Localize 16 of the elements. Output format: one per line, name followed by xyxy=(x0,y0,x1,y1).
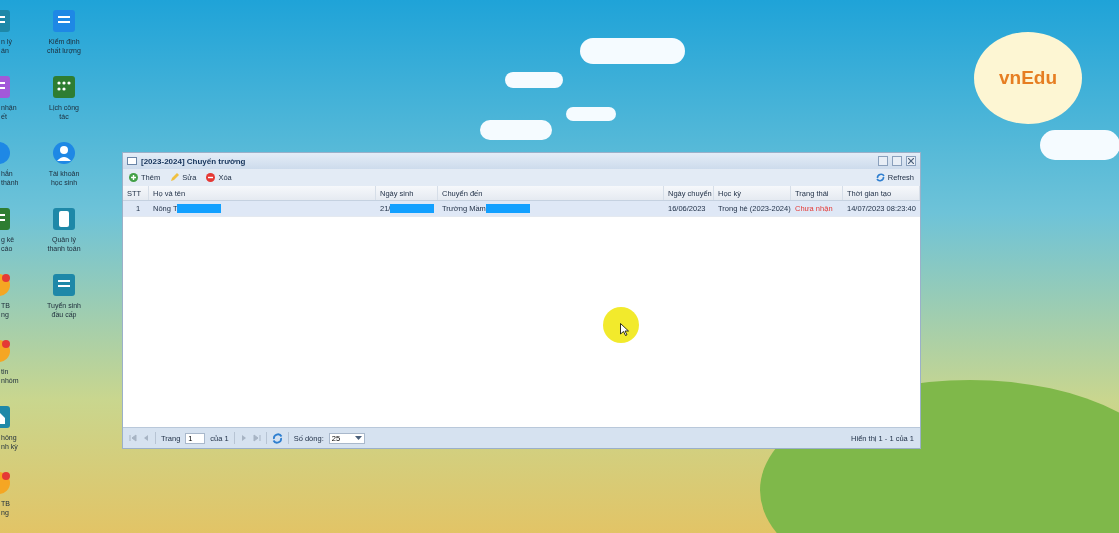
user-icon[interactable] xyxy=(51,140,77,166)
minimize-button[interactable] xyxy=(878,156,888,166)
close-button[interactable] xyxy=(906,156,916,166)
plus-icon xyxy=(129,173,138,182)
cursor-icon xyxy=(620,323,629,336)
window-title: [2023-2024] Chuyển trường xyxy=(141,156,246,166)
pencil-icon xyxy=(170,173,180,182)
window-icon xyxy=(127,157,137,165)
maximize-button[interactable] xyxy=(892,156,902,166)
caret-icon xyxy=(354,435,362,441)
doc-icon[interactable] xyxy=(51,272,77,298)
phone-icon[interactable] xyxy=(51,206,77,232)
refresh-icon xyxy=(875,173,885,182)
minus-icon xyxy=(206,173,216,182)
refresh-icon[interactable] xyxy=(271,432,283,444)
calendar-icon[interactable] xyxy=(51,74,77,100)
